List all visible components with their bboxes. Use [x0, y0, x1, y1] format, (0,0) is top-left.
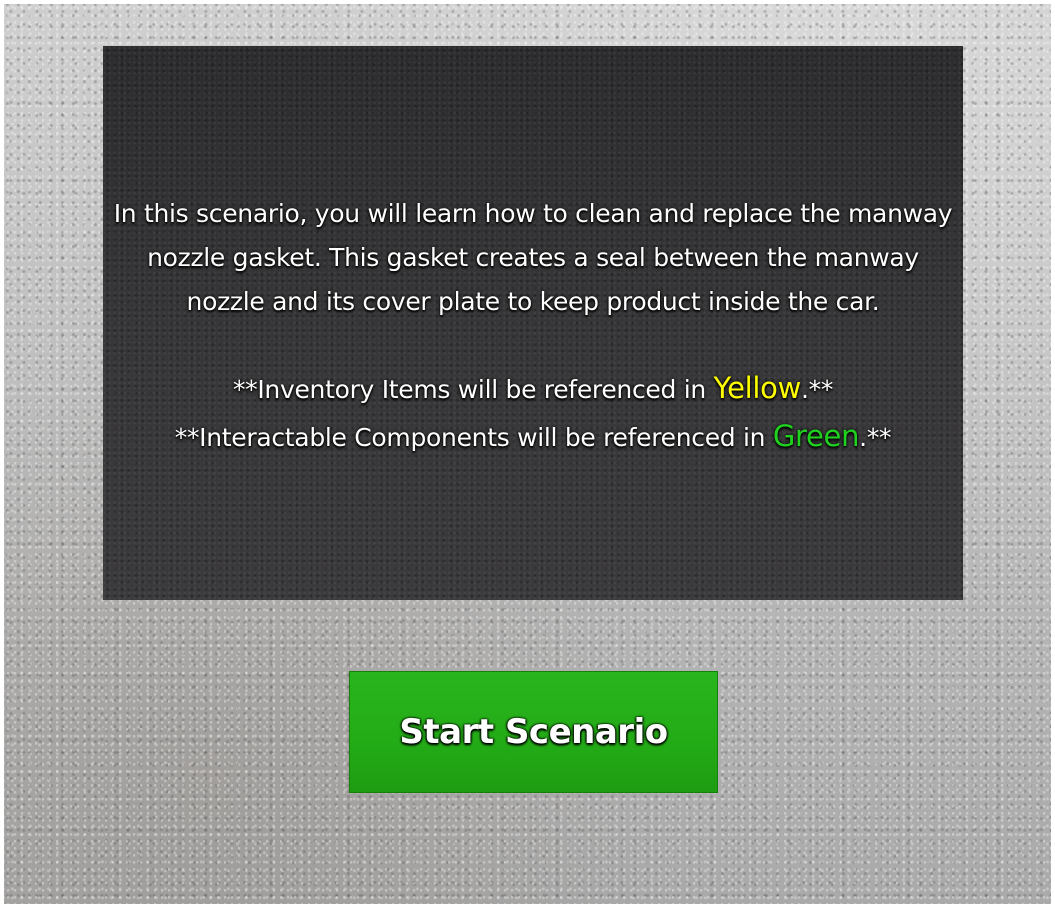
interactable-note: **Interactable Components will be refere… [103, 412, 963, 460]
yellow-keyword: Yellow [713, 371, 802, 405]
inventory-note-prefix: **Inventory Items will be referenced in [232, 375, 714, 404]
interactable-note-prefix: **Interactable Components will be refere… [174, 423, 773, 452]
green-keyword: Green [772, 419, 860, 453]
start-scenario-label: Start Scenario [399, 712, 668, 752]
scenario-description: In this scenario, you will learn how to … [103, 192, 963, 324]
description-line-1: In this scenario, you will learn how to … [113, 199, 953, 228]
inventory-note: **Inventory Items will be referenced in … [103, 364, 963, 412]
intro-panel: In this scenario, you will learn how to … [103, 46, 963, 600]
legend-notes: **Inventory Items will be referenced in … [103, 364, 963, 460]
inventory-note-suffix: .** [801, 375, 834, 404]
description-line-3: nozzle and its cover plate to keep produ… [186, 287, 880, 316]
start-scenario-button[interactable]: Start Scenario [349, 671, 718, 793]
description-line-2: nozzle gasket. This gasket creates a sea… [147, 243, 919, 272]
interactable-note-suffix: .** [859, 423, 892, 452]
